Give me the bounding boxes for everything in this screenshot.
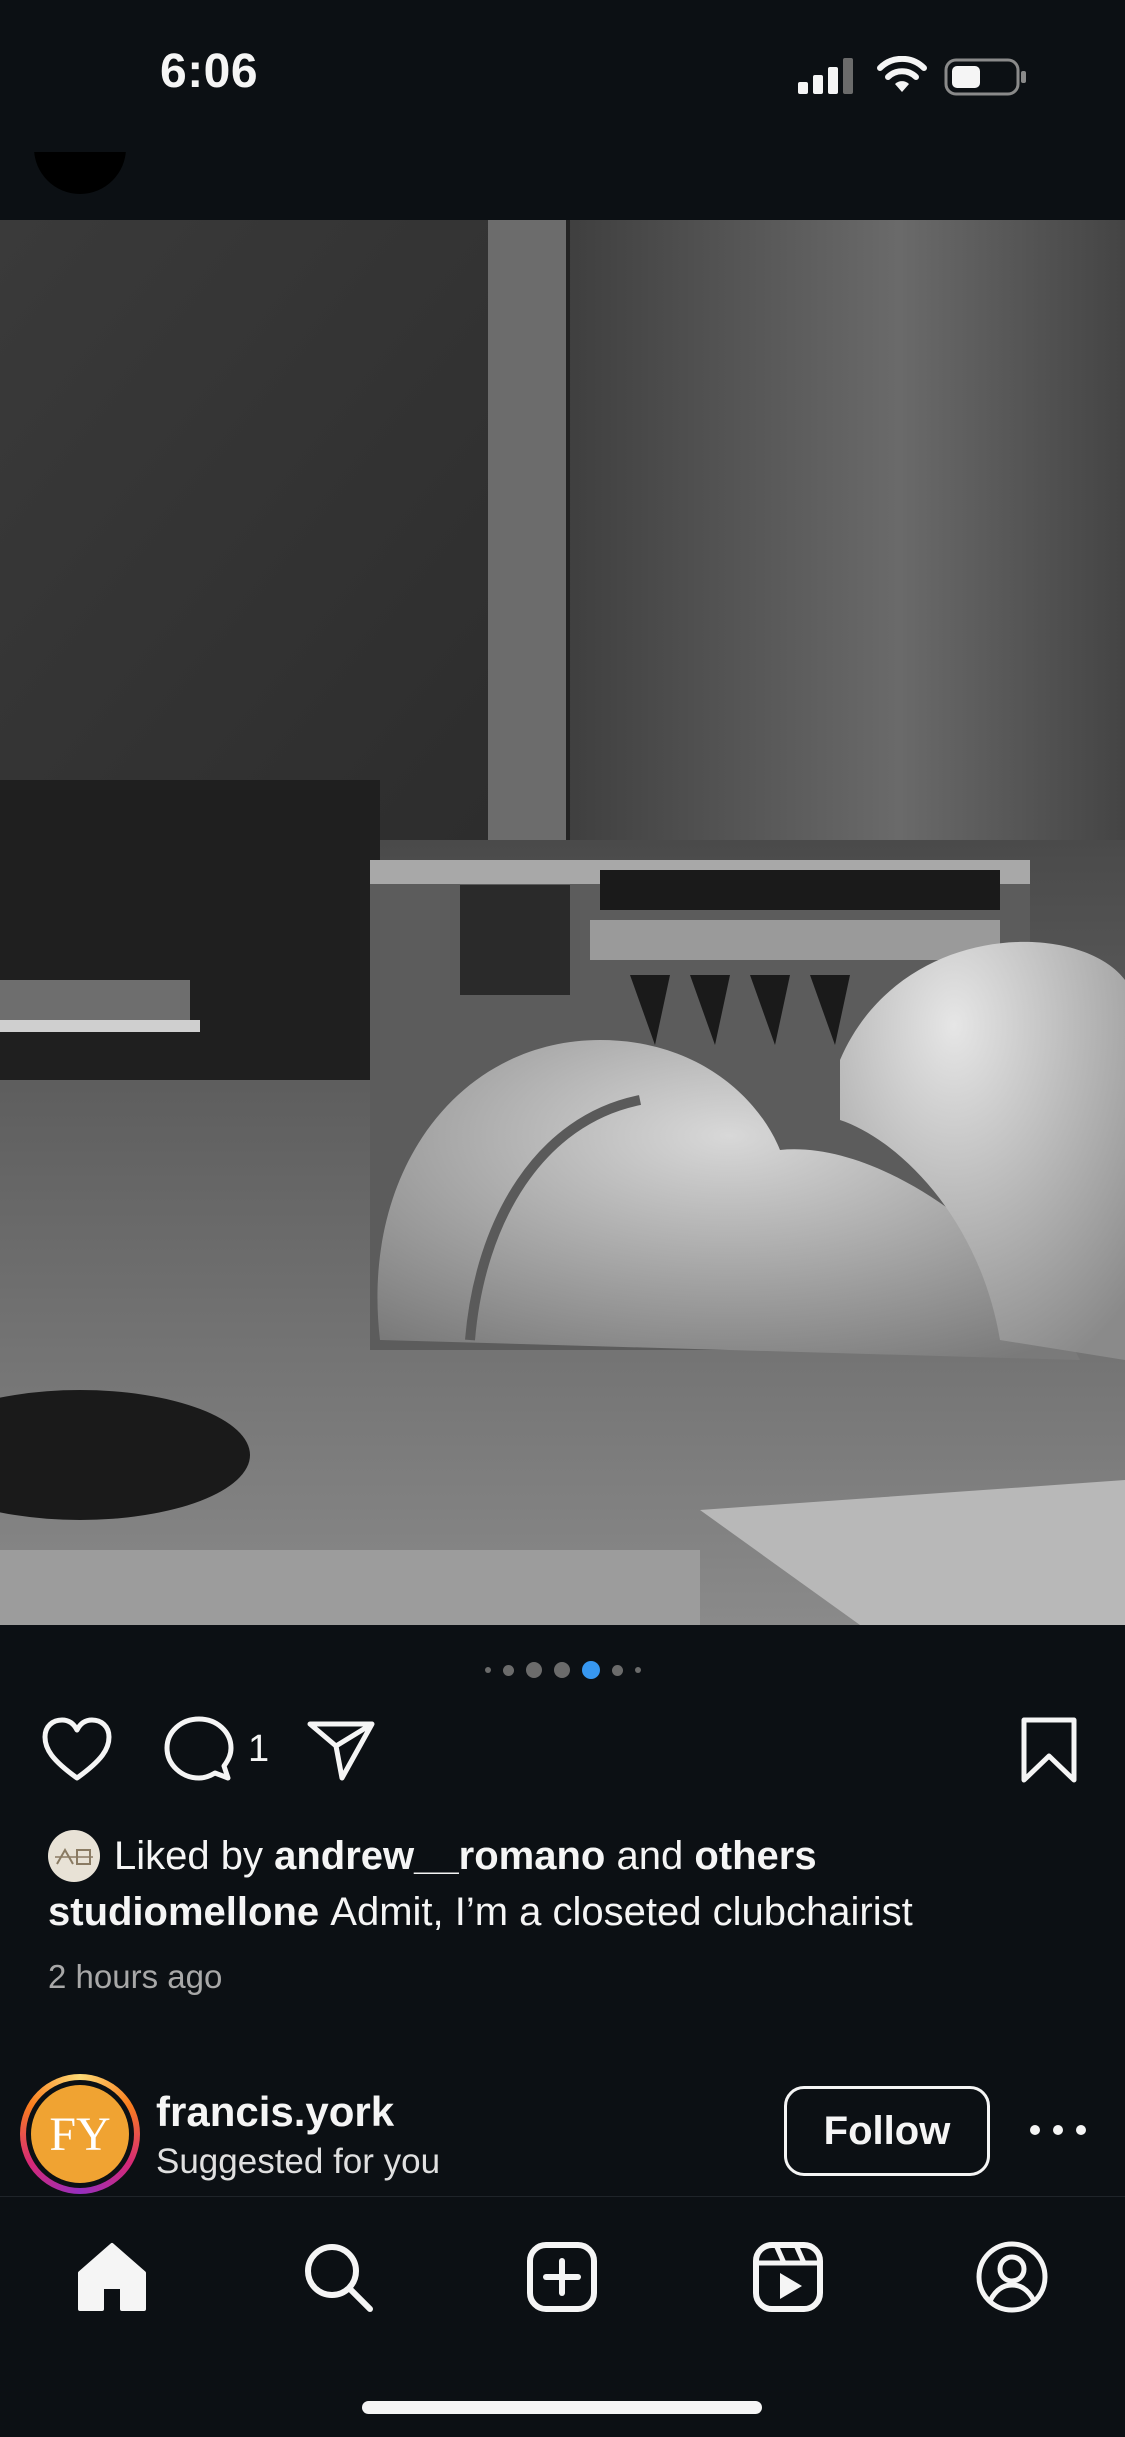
reels-icon[interactable] [750,2239,826,2315]
battery-icon [944,58,1026,96]
carousel-dot [484,1667,491,1673]
status-bar: 6:06 [0,0,1125,153]
carousel-dot [525,1662,542,1678]
caption-username[interactable]: studiomellone [48,1890,319,1934]
suggested-username[interactable]: francis.york [156,2088,394,2136]
liked-by-connector: and [616,1833,684,1878]
liked-by-prefix: Liked by [114,1833,263,1878]
more-dot [1076,2125,1086,2135]
liker-username[interactable]: andrew__romano [274,1834,605,1879]
post-image[interactable] [0,220,1125,1625]
suggested-avatar: FY [31,2085,129,2183]
carousel-dot [502,1664,514,1676]
carousel-dot-active [581,1661,600,1679]
suggested-subtitle: Suggested for you [156,2142,441,2181]
carousel-dot [634,1667,641,1673]
more-dot [1030,2125,1040,2135]
suggested-avatar-ring[interactable]: FY [20,2074,140,2194]
comment-count[interactable]: 1 [248,1728,269,1771]
post-header [0,152,1125,220]
carousel-indicator [0,1660,1125,1680]
more-options-icon[interactable] [1030,2118,1086,2142]
caption-text: Admit, I’m a closeted clubchairist [330,1890,913,1934]
create-icon[interactable] [524,2239,600,2315]
tab-bar [0,2196,1125,2437]
liked-by-others[interactable]: others [694,1834,816,1879]
home-indicator [362,2401,762,2414]
share-icon[interactable] [306,1716,376,1786]
liked-by-row[interactable]: Liked by andrew__romano and others [48,1830,817,1882]
post-photo [0,220,1125,1625]
wifi-icon [877,56,927,92]
home-icon[interactable] [74,2239,150,2315]
liker-avatar-logo [55,1847,93,1865]
avatar-gap: FY [26,2080,134,2188]
profile-icon[interactable] [974,2239,1050,2315]
status-time: 6:06 [160,45,259,98]
more-dot [1053,2125,1063,2135]
comment-icon[interactable] [164,1716,234,1786]
carousel-dot [553,1662,570,1678]
post-author-avatar[interactable] [34,152,126,194]
liker-avatar [48,1830,100,1882]
follow-button[interactable]: Follow [784,2086,990,2176]
carousel-dot [611,1664,623,1676]
bookmark-icon[interactable] [1014,1716,1084,1786]
post-timestamp: 2 hours ago [48,1958,223,1995]
heart-icon[interactable] [42,1716,112,1786]
search-icon[interactable] [300,2239,376,2315]
caption: studiomellone Admit, I’m a closeted club… [48,1890,913,1935]
signal-icon [798,58,853,94]
